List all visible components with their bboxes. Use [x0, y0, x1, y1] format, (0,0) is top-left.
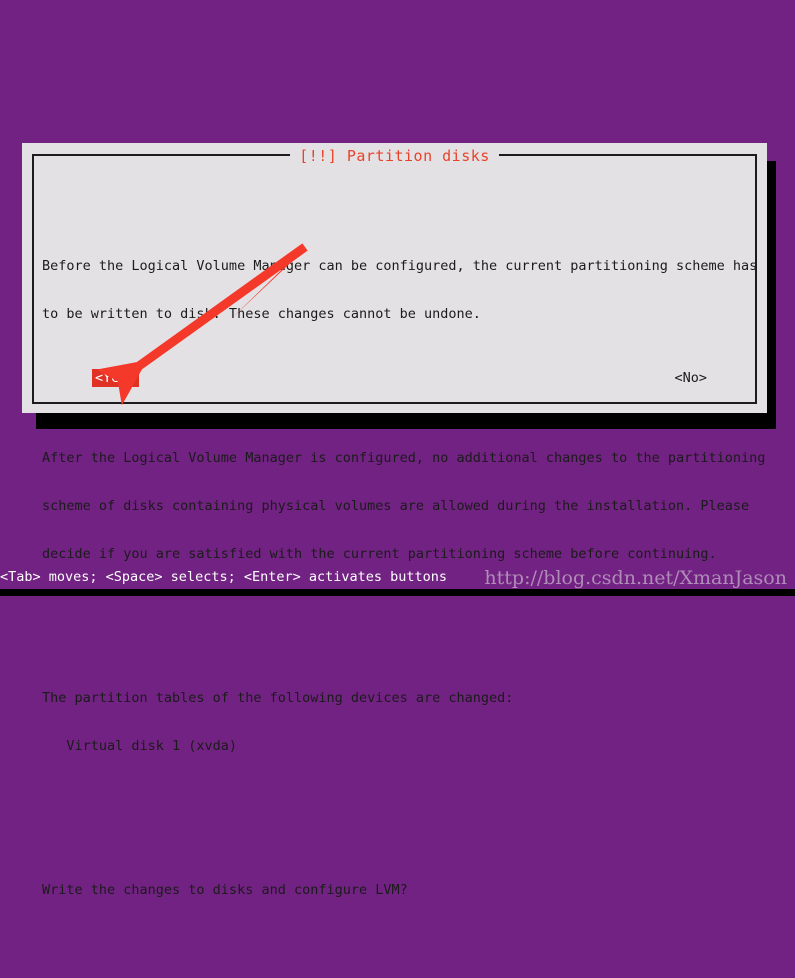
paragraph-intro-line-2: to be written to disk. These changes can… [42, 306, 481, 322]
bottom-black-strip [0, 589, 795, 596]
watermark-url: http://blog.csdn.net/XmanJason [484, 567, 787, 589]
devices-changed-heading: The partition tables of the following de… [42, 690, 514, 706]
partition-disks-dialog: [!!] Partition disks Before the Logical … [22, 143, 767, 898]
paragraph-after-configured-line-2: scheme of disks containing physical volu… [42, 498, 750, 514]
paragraph-intro-line-1: Before the Logical Volume Manager can be… [42, 258, 758, 274]
installer-screen: [!!] Partition disks Before the Logical … [0, 0, 795, 898]
device-list-item-xvda: Virtual disk 1 (xvda) [42, 738, 238, 754]
paragraph-after-configured-line-1: After the Logical Volume Manager is conf… [42, 450, 766, 466]
paragraph-devices-changed: The partition tables of the following de… [42, 658, 751, 786]
yes-button[interactable]: <Yes> [92, 369, 139, 387]
keyboard-help-text: <Tab> moves; <Space> selects; <Enter> ac… [0, 569, 448, 585]
dialog-button-row: <Yes> <No> [42, 369, 751, 389]
paragraph-question: Write the changes to disks and configure… [42, 850, 751, 930]
no-button[interactable]: <No> [671, 369, 710, 387]
paragraph-after-configured-line-3: decide if you are satisfied with the cur… [42, 546, 717, 562]
paragraph-intro: Before the Logical Volume Manager can be… [42, 226, 758, 354]
confirm-question-text: Write the changes to disks and configure… [42, 882, 408, 898]
